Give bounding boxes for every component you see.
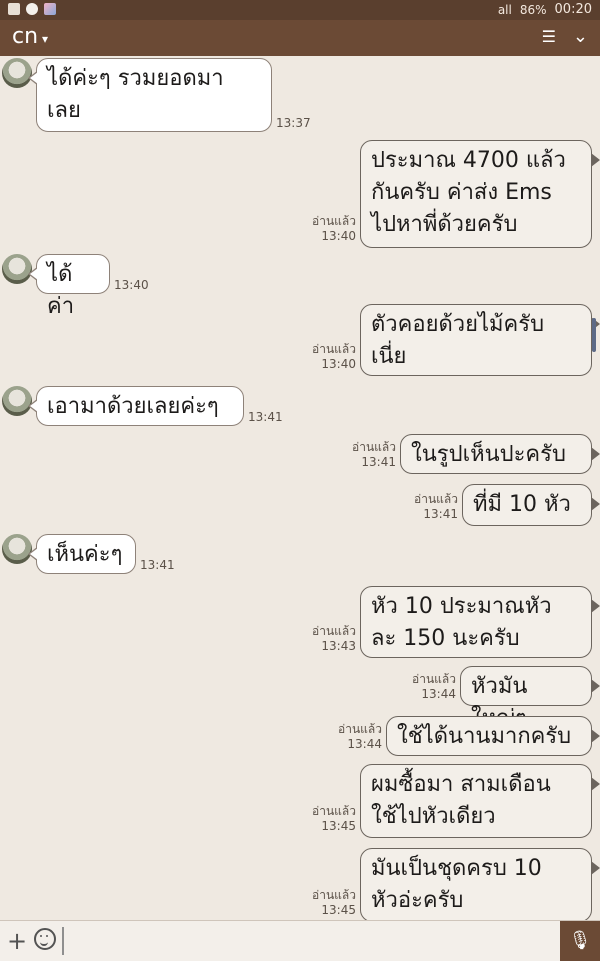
message-meta: 13:40 <box>114 278 149 293</box>
message-bubble[interactable]: มันเป็นชุดครบ 10 หัวอ่ะครับ <box>360 848 600 920</box>
message-meta: อ่านแล้ว 13:44 <box>338 722 382 752</box>
message-time: 13:44 <box>421 687 456 701</box>
chat-message[interactable]: ใช้ได้นานมากครับ อ่านแล้ว 13:44 <box>0 716 600 758</box>
status-bar: all 86% 00:20 <box>0 0 600 20</box>
chat-message[interactable]: เห็นค่ะๆ 13:41 <box>0 534 600 576</box>
message-bubble[interactable]: เห็นค่ะๆ <box>28 534 136 574</box>
chevron-down-icon[interactable]: ▾ <box>42 32 48 46</box>
microphone-icon[interactable]: 🎙 <box>560 921 600 961</box>
message-time: 13:37 <box>276 116 311 130</box>
read-receipt: อ่านแล้ว <box>414 492 458 506</box>
chat-title[interactable]: cn <box>12 24 38 49</box>
battery-percent: 86% <box>519 2 547 17</box>
message-bubble[interactable]: ได้ค่ะๆ รวมยอดมา เลย <box>28 58 272 132</box>
message-meta: อ่านแล้ว 13:40 <box>312 342 356 372</box>
input-divider <box>62 927 64 955</box>
line-icon <box>26 3 38 15</box>
read-receipt: อ่านแล้ว <box>312 214 356 228</box>
chat-message[interactable]: ผมซื้อมา สามเดือน ใช้ไปหัวเดียว อ่านแล้ว 13… <box>0 764 600 840</box>
message-bubble[interactable]: ที่มี 10 หัว <box>462 484 600 526</box>
message-meta: 13:41 <box>140 558 175 573</box>
message-time: 13:41 <box>140 558 175 572</box>
message-meta: อ่านแล้ว 13:44 <box>412 672 456 702</box>
chat-message[interactable]: ประมาณ 4700 แล้ว กันครับ ค่าส่ง Ems ไปหาพี… <box>0 140 600 250</box>
message-time: 13:40 <box>321 357 356 371</box>
message-meta: อ่านแล้ว 13:41 <box>352 440 396 470</box>
message-bubble[interactable]: ผมซื้อมา สามเดือน ใช้ไปหัวเดียว <box>360 764 600 838</box>
chat-message[interactable]: มันเป็นชุดครบ 10 หัวอ่ะครับ อ่านแล้ว 13:45 <box>0 848 600 920</box>
message-time: 13:43 <box>321 639 356 653</box>
plus-icon[interactable]: + <box>7 927 27 955</box>
chat-area[interactable]: ได้ค่ะๆ รวมยอดมา เลย 13:37 ประมาณ 4700 แล้ว… <box>0 56 600 920</box>
read-receipt: อ่านแล้ว <box>312 804 356 818</box>
clock: 00:20 <box>554 2 592 17</box>
chat-message[interactable]: ในรูปเห็นปะครับ อ่านแล้ว 13:41 <box>0 434 600 476</box>
message-time: 13:44 <box>347 737 382 751</box>
chat-header: cn ▾ ☰ ⌄ <box>0 20 600 56</box>
emoji-icon[interactable] <box>34 928 56 950</box>
message-meta: 13:41 <box>248 410 283 425</box>
read-receipt: อ่านแล้ว <box>312 624 356 638</box>
scrollbar[interactable] <box>592 318 596 352</box>
chat-message[interactable]: ได้ค่ะๆ รวมยอดมา เลย 13:37 <box>0 58 600 134</box>
message-time: 13:41 <box>248 410 283 424</box>
message-input-bar: + 🎙 <box>0 920 600 961</box>
read-receipt: อ่านแล้ว <box>312 888 356 902</box>
chat-message[interactable]: ที่มี 10 หัว อ่านแล้ว 13:41 <box>0 484 600 528</box>
chat-message[interactable]: ได้ค่า 13:40 <box>0 254 600 319</box>
message-meta: อ่านแล้ว 13:41 <box>414 492 458 522</box>
read-receipt: อ่านแล้ว <box>312 342 356 356</box>
message-time: 13:45 <box>321 903 356 917</box>
chat-message[interactable]: ตัวคอยด้วยไม้ครับ เนี่ย อ่านแล้ว 13:40 <box>0 304 600 378</box>
chat-message[interactable]: หัว 10 ประมาณหัว ละ 150 นะครับ อ่านแล้ว 13:… <box>0 586 600 660</box>
message-time: 13:41 <box>423 507 458 521</box>
chevron-down-icon[interactable]: ⌄ <box>573 26 588 47</box>
read-receipt: อ่านแล้ว <box>352 440 396 454</box>
signal-icon: all <box>497 2 512 17</box>
message-bubble[interactable]: หัว 10 ประมาณหัว ละ 150 นะครับ <box>360 586 600 658</box>
notification-icons <box>8 3 56 15</box>
message-bubble[interactable]: เอามาด้วยเลยค่ะๆ <box>28 386 244 426</box>
message-bubble[interactable]: หัวมันใหญ่ๆ <box>460 666 600 731</box>
message-time: 13:40 <box>114 278 149 292</box>
message-time: 13:41 <box>361 455 396 469</box>
message-meta: อ่านแล้ว 13:40 <box>312 214 356 244</box>
photo-icon <box>44 3 56 15</box>
gallery-icon <box>8 3 20 15</box>
message-time: 13:45 <box>321 819 356 833</box>
message-bubble[interactable]: ตัวคอยด้วยไม้ครับ เนี่ย <box>360 304 600 376</box>
system-status: all 86% 00:20 <box>498 2 592 17</box>
message-meta: อ่านแล้ว 13:45 <box>312 888 356 918</box>
chat-message[interactable]: เอามาด้วยเลยค่ะๆ 13:41 <box>0 386 600 428</box>
message-bubble[interactable]: ใช้ได้นานมากครับ <box>386 716 600 756</box>
list-icon[interactable]: ☰ <box>542 27 556 46</box>
message-bubble[interactable]: ประมาณ 4700 แล้ว กันครับ ค่าส่ง Ems ไปหาพี… <box>360 140 600 248</box>
read-receipt: อ่านแล้ว <box>412 672 456 686</box>
message-meta: อ่านแล้ว 13:45 <box>312 804 356 834</box>
message-time: 13:40 <box>321 229 356 243</box>
message-meta: 13:37 <box>276 116 311 131</box>
message-meta: อ่านแล้ว 13:43 <box>312 624 356 654</box>
chat-message[interactable]: หัวมันใหญ่ๆอ่านแล้ว13:44 <box>0 666 600 731</box>
read-receipt: อ่านแล้ว <box>338 722 382 736</box>
message-bubble[interactable]: ในรูปเห็นปะครับ <box>400 434 600 474</box>
message-bubble[interactable]: ได้ค่า <box>28 254 110 319</box>
